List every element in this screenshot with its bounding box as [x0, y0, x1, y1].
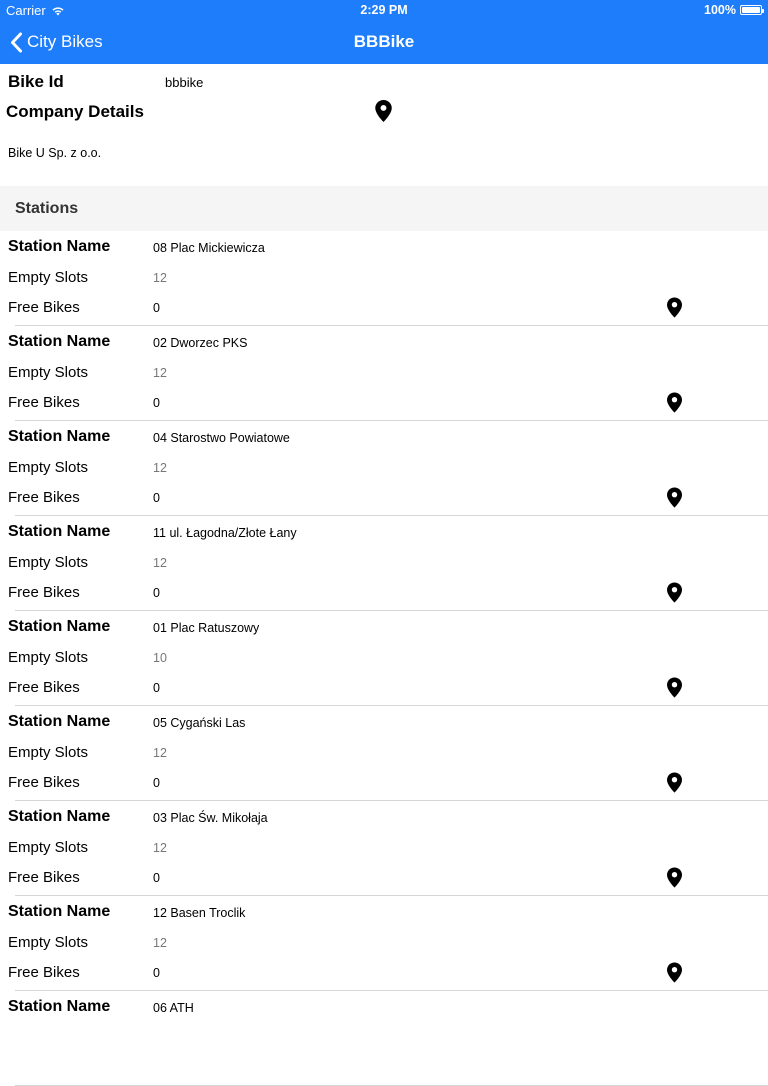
station-name-value: 05 Cygański Las: [153, 716, 246, 730]
station-name-value: 02 Dworzec PKS: [153, 336, 248, 350]
free-bikes-value: 0: [153, 396, 160, 410]
station-name-value: 03 Plac Św. Mikołaja: [153, 811, 268, 825]
empty-slots-label: Empty Slots: [8, 649, 89, 666]
stations-header-label: Stations: [15, 200, 79, 217]
bike-id-value: bbbike: [165, 75, 204, 90]
station-row[interactable]: Station Name 02 Dworzec PKS Empty Slots …: [0, 326, 768, 421]
stations-section-header: Stations: [0, 186, 768, 231]
empty-slots-label: Empty Slots: [8, 839, 89, 856]
station-name-value: 06 ATH: [153, 1001, 194, 1015]
station-row[interactable]: Station Name 04 Starostwo Powiatowe Empt…: [0, 421, 768, 516]
empty-slots-value: 12: [153, 936, 167, 950]
free-bikes-label: Free Bikes: [8, 489, 80, 506]
station-name-value: 01 Plac Ratuszowy: [153, 621, 260, 635]
map-pin-icon[interactable]: [667, 677, 682, 698]
empty-slots-label: Empty Slots: [8, 554, 89, 571]
station-name-value: 08 Plac Mickiewicza: [153, 241, 265, 255]
map-pin-icon[interactable]: [667, 962, 682, 983]
station-row[interactable]: Station Name 05 Cygański Las Empty Slots…: [0, 706, 768, 801]
free-bikes-value: 0: [153, 776, 160, 790]
free-bikes-label: Free Bikes: [8, 299, 80, 316]
station-name-label: Station Name: [8, 238, 111, 255]
map-pin-icon[interactable]: [375, 100, 392, 122]
station-name-value: 04 Starostwo Powiatowe: [153, 431, 290, 445]
company-name: Bike U Sp. z o.o.: [8, 146, 102, 160]
station-name-label: Station Name: [8, 523, 111, 540]
station-name-label: Station Name: [8, 903, 111, 920]
empty-slots-label: Empty Slots: [8, 364, 89, 381]
station-row[interactable]: Station Name 06 ATH: [0, 991, 768, 1086]
clock: 2:29 PM: [360, 3, 408, 17]
station-name-label: Station Name: [8, 618, 111, 635]
free-bikes-value: 0: [153, 586, 160, 600]
empty-slots-value: 12: [153, 841, 167, 855]
back-button-label: City Bikes: [27, 32, 103, 51]
empty-slots-value: 12: [153, 461, 167, 475]
station-name-label: Station Name: [8, 428, 111, 445]
free-bikes-value: 0: [153, 301, 160, 315]
empty-slots-value: 12: [153, 366, 167, 380]
map-pin-icon[interactable]: [667, 297, 682, 318]
free-bikes-label: Free Bikes: [8, 584, 80, 601]
free-bikes-label: Free Bikes: [8, 394, 80, 411]
map-pin-icon[interactable]: [667, 392, 682, 413]
back-button[interactable]: City Bikes: [10, 20, 103, 64]
station-row[interactable]: Station Name 08 Plac Mickiewicza Empty S…: [0, 231, 768, 326]
station-row[interactable]: Station Name 03 Plac Św. Mikołaja Empty …: [0, 801, 768, 896]
company-details-label: Company Details: [6, 102, 144, 121]
free-bikes-label: Free Bikes: [8, 964, 80, 981]
map-pin-icon[interactable]: [667, 487, 682, 508]
map-pin-icon[interactable]: [667, 582, 682, 603]
empty-slots-label: Empty Slots: [8, 459, 89, 476]
station-row[interactable]: Station Name 12 Basen Troclik Empty Slot…: [0, 896, 768, 991]
bike-id-label: Bike Id: [8, 72, 64, 91]
navigation-bar: City Bikes BBBike: [0, 20, 768, 64]
station-name-label: Station Name: [8, 333, 111, 350]
station-row[interactable]: Station Name 11 ul. Łagodna/Złote Łany E…: [0, 516, 768, 611]
station-name-value: 11 ul. Łagodna/Złote Łany: [153, 526, 297, 540]
map-pin-icon[interactable]: [667, 867, 682, 888]
empty-slots-value: 12: [153, 271, 167, 285]
free-bikes-label: Free Bikes: [8, 774, 80, 791]
station-name-value: 12 Basen Troclik: [153, 906, 246, 920]
station-name-label: Station Name: [8, 713, 111, 730]
stations-list: Station Name 08 Plac Mickiewicza Empty S…: [0, 231, 768, 1086]
page-title: BBBike: [353, 32, 415, 51]
free-bikes-label: Free Bikes: [8, 869, 80, 886]
status-bar: Carrier 2:29 PM 100%: [0, 0, 768, 20]
empty-slots-value: 12: [153, 746, 167, 760]
empty-slots-label: Empty Slots: [8, 934, 89, 951]
free-bikes-label: Free Bikes: [8, 679, 80, 696]
chevron-left-icon: [11, 32, 22, 52]
free-bikes-value: 0: [153, 871, 160, 885]
empty-slots-value: 10: [153, 651, 167, 665]
battery-group: 100%: [704, 3, 764, 17]
battery-icon: [740, 5, 764, 15]
empty-slots-label: Empty Slots: [8, 744, 89, 761]
free-bikes-value: 0: [153, 681, 160, 695]
empty-slots-label: Empty Slots: [8, 269, 89, 286]
free-bikes-value: 0: [153, 491, 160, 505]
empty-slots-value: 12: [153, 556, 167, 570]
station-name-label: Station Name: [8, 998, 111, 1015]
station-row[interactable]: Station Name 01 Plac Ratuszowy Empty Slo…: [0, 611, 768, 706]
battery-percent: 100%: [704, 3, 736, 17]
station-name-label: Station Name: [8, 808, 111, 825]
free-bikes-value: 0: [153, 966, 160, 980]
map-pin-icon[interactable]: [667, 772, 682, 793]
